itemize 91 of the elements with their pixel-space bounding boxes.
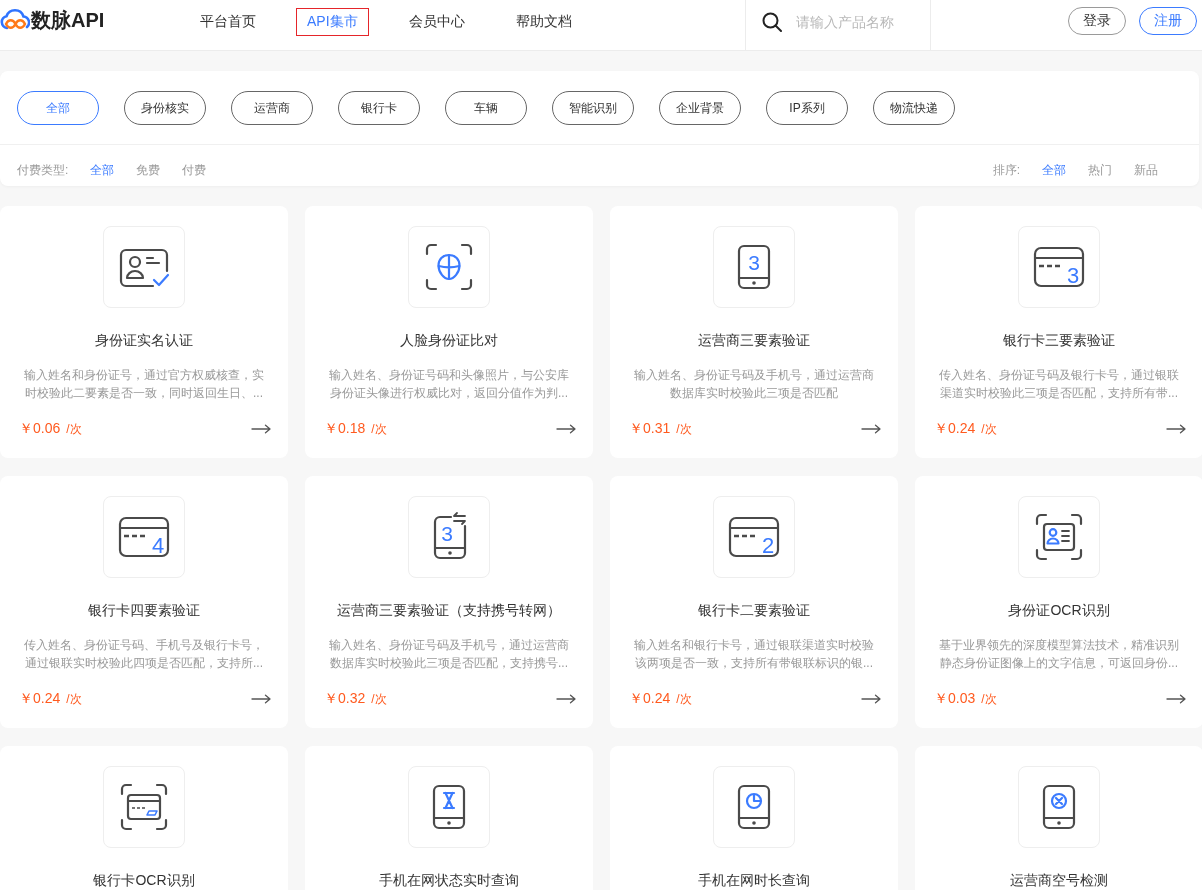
product-title: 银行卡四要素验证 <box>88 601 200 620</box>
category-tab[interactable]: IP系列 <box>766 91 848 125</box>
price-unit: /次 <box>371 421 387 438</box>
register-button[interactable]: 注册 <box>1139 7 1197 35</box>
product-card[interactable]: 2 银行卡二要素验证 输入姓名和银行卡号，通过银联渠道实时校验该两项是否一致，支持所有带银联标识的银... ￥0.24 /次 <box>610 476 898 728</box>
price: ￥0.18 <box>324 420 366 438</box>
category-tab[interactable]: 运营商 <box>231 91 313 125</box>
price: ￥0.03 <box>934 690 976 708</box>
product-card[interactable]: 运营商空号检测 <box>915 746 1202 890</box>
product-title: 身份证实名认证 <box>95 331 193 350</box>
logo-text: 数脉API <box>31 8 105 33</box>
price-unit: /次 <box>981 691 997 708</box>
product-card[interactable]: 手机在网时长查询 <box>610 746 898 890</box>
arrow-right-icon <box>861 694 881 704</box>
filter-option[interactable]: 全部 <box>1042 161 1066 179</box>
search-field[interactable]: 请输入产品名称 <box>796 14 926 30</box>
product-description: 输入姓名和身份证号，通过官方权威核查，实时校验此二要素是否一致，同时返回生日、... <box>23 367 265 402</box>
product-description: 输入姓名、身份证号码及手机号，通过运营商数据库实时校验此三项是否匹配，支持携号... <box>328 637 570 672</box>
phone-swap-drawing <box>433 512 467 560</box>
product-title: 运营商空号检测 <box>1010 871 1108 890</box>
category-tab[interactable]: 物流快递 <box>873 91 955 125</box>
category-tab[interactable]: 车辆 <box>445 91 527 125</box>
icon-digit: 3 <box>748 251 760 274</box>
icon-digit: 4 <box>151 533 165 558</box>
price-unit: /次 <box>676 691 692 708</box>
arrow-right-icon <box>1166 694 1186 704</box>
price-unit: /次 <box>371 691 387 708</box>
price-unit: /次 <box>676 421 692 438</box>
category-tab[interactable]: 智能识别 <box>552 91 634 125</box>
product-title: 银行卡OCR识别 <box>93 871 195 890</box>
nav-link[interactable]: API集市 <box>296 8 369 36</box>
price: ￥0.24 <box>629 690 671 708</box>
product-card[interactable]: 3 运营商三要素验证（支持携号转网） 输入姓名、身份证号码及手机号，通过运营商数据库实时校验此三项是否匹配，支持携号... ￥0.32 /次 <box>305 476 593 728</box>
category-tab[interactable]: 银行卡 <box>338 91 420 125</box>
product-card[interactable]: 3 运营商三要素验证 输入姓名、身份证号码及手机号，通过运营商数据库实时校验此三项是否匹配 ￥0.31 /次 <box>610 206 898 458</box>
product-description: 输入姓名、身份证号码及手机号，通过运营商数据库实时校验此三项是否匹配 <box>633 367 875 402</box>
phone-hourglass-icon <box>408 766 490 848</box>
product-title: 银行卡二要素验证 <box>698 601 810 620</box>
product-title: 运营商三要素验证（支持携号转网） <box>337 601 561 620</box>
arrow-right-icon <box>556 424 576 434</box>
product-title: 身份证OCR识别 <box>1008 601 1110 620</box>
phone-clock-icon <box>713 766 795 848</box>
product-title: 人脸身份证比对 <box>400 331 498 350</box>
price-unit: /次 <box>981 421 997 438</box>
category-tab[interactable]: 企业背景 <box>659 91 741 125</box>
arrow-right-icon <box>251 694 271 704</box>
product-card[interactable]: 3 银行卡三要素验证 传入姓名、身份证号码及银行卡号，通过银联渠道实时校验此三项是否匹配，支持所有带... ￥0.24 /次 <box>915 206 1202 458</box>
product-card[interactable]: 4 银行卡四要素验证 传入姓名、身份证号码、手机号及银行卡号，通过银联实时校验此四项是否匹配，支持所... ￥0.24 /次 <box>0 476 288 728</box>
nav-link[interactable]: 会员中心 <box>397 8 476 36</box>
product-title: 运营商三要素验证 <box>698 331 810 350</box>
product-title: 银行卡三要素验证 <box>1003 331 1115 350</box>
nav-link[interactable]: 帮助文档 <box>504 8 583 36</box>
icon-digit: 2 <box>761 533 775 558</box>
price: ￥0.32 <box>324 690 366 708</box>
category-tab[interactable]: 身份核实 <box>124 91 206 125</box>
id-card-scan-icon <box>1018 496 1100 578</box>
product-card[interactable]: 身份证实名认证 输入姓名和身份证号，通过官方权威核查，实时校验此二要素是否一致，同时返回生日、... ￥0.06 /次 <box>0 206 288 458</box>
icon-digit: 3 <box>1066 263 1080 288</box>
icon-digit: 3 <box>441 522 453 545</box>
product-title: 手机在网时长查询 <box>698 871 810 890</box>
arrow-right-icon <box>1166 424 1186 434</box>
login-button[interactable]: 登录 <box>1068 7 1126 35</box>
filter-label: 排序: <box>992 162 1020 179</box>
product-description: 输入姓名和银行卡号，通过银联渠道实时校验该两项是否一致，支持所有带银联标识的银... <box>633 637 875 672</box>
arrow-right-icon <box>861 424 881 434</box>
search-icon <box>762 12 782 32</box>
price: ￥0.31 <box>629 420 671 438</box>
price-unit: /次 <box>66 691 82 708</box>
face-scan-icon <box>408 226 490 308</box>
product-title: 手机在网状态实时查询 <box>379 871 519 890</box>
filter-option[interactable]: 全部 <box>90 161 115 179</box>
product-card[interactable]: 身份证OCR识别 基于业界领先的深度模型算法技术，精准识别静态身份证图像上的文字信息，可返回身份... ￥0.03 /次 <box>915 476 1202 728</box>
card-scan-icon <box>103 766 185 848</box>
price-unit: /次 <box>66 421 82 438</box>
id-card-check-icon <box>103 226 185 308</box>
product-description: 输入姓名、身份证号码和头像照片，与公安库身份证头像进行权威比对，返回分值作为判... <box>328 367 570 402</box>
price: ￥0.24 <box>934 420 976 438</box>
category-tab[interactable]: 全部 <box>17 91 99 125</box>
product-description: 传入姓名、身份证号码及银行卡号，通过银联渠道实时校验此三项是否匹配，支持所有带... <box>938 367 1180 402</box>
phone-cross-icon <box>1018 766 1100 848</box>
filter-label: 付费类型: <box>17 162 69 179</box>
product-description: 基于业界领先的深度模型算法技术，精准识别静态身份证图像上的文字信息，可返回身份... <box>938 637 1180 672</box>
nav-link[interactable]: 平台首页 <box>189 8 267 36</box>
arrow-right-icon <box>556 694 576 704</box>
arrow-right-icon <box>251 424 271 434</box>
price: ￥0.06 <box>19 420 61 438</box>
product-card[interactable]: 银行卡OCR识别 <box>0 746 288 890</box>
product-card[interactable]: 手机在网状态实时查询 <box>305 746 593 890</box>
product-card[interactable]: 人脸身份证比对 输入姓名、身份证号码和头像照片，与公安库身份证头像进行权威比对，返回分值作为判... ￥0.18 /次 <box>305 206 593 458</box>
price: ￥0.24 <box>19 690 61 708</box>
product-description: 传入姓名、身份证号码、手机号及银行卡号，通过银联实时校验此四项是否匹配，支持所... <box>23 637 265 672</box>
